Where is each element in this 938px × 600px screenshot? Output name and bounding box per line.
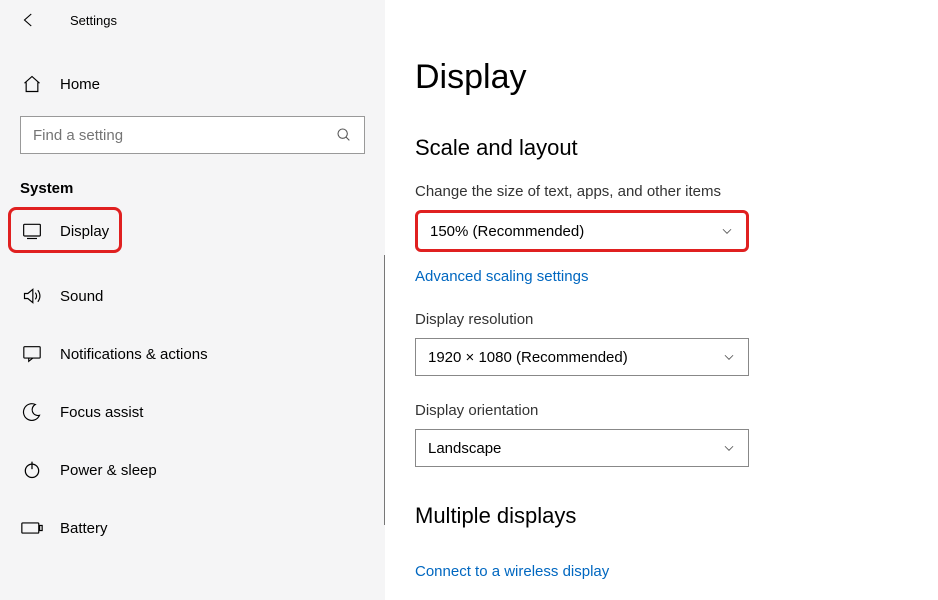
- home-label: Home: [60, 76, 100, 93]
- scale-dropdown[interactable]: 150% (Recommended): [415, 210, 749, 252]
- sidebar: Settings Home System Display Sound Notif…: [0, 0, 385, 600]
- orientation-value: Landscape: [428, 440, 501, 457]
- sidebar-item-label: Power & sleep: [60, 462, 157, 479]
- sidebar-home[interactable]: Home: [0, 62, 385, 106]
- sidebar-item-focus-assist[interactable]: Focus assist: [0, 383, 385, 441]
- sidebar-item-display[interactable]: Display: [0, 211, 385, 251]
- display-icon: [20, 222, 44, 240]
- resolution-label: Display resolution: [415, 311, 938, 328]
- sidebar-item-label: Sound: [60, 288, 103, 305]
- sidebar-section-header: System: [20, 180, 385, 197]
- arrow-left-icon: [20, 11, 38, 29]
- section-multiple-displays: Multiple displays: [415, 503, 938, 529]
- titlebar: Settings: [0, 0, 385, 40]
- sidebar-item-battery[interactable]: Battery: [0, 499, 385, 557]
- sidebar-item-notifications[interactable]: Notifications & actions: [0, 325, 385, 383]
- home-icon: [20, 74, 44, 94]
- section-scale-layout: Scale and layout: [415, 135, 938, 161]
- search-box[interactable]: [20, 116, 365, 154]
- sidebar-item-label: Notifications & actions: [60, 346, 208, 363]
- chevron-down-icon: [722, 441, 736, 455]
- scale-label: Change the size of text, apps, and other…: [415, 183, 938, 200]
- scale-value: 150% (Recommended): [430, 223, 584, 240]
- chevron-down-icon: [720, 224, 734, 238]
- window-title: Settings: [70, 13, 117, 28]
- main-content: Display Scale and layout Change the size…: [385, 0, 938, 600]
- sidebar-item-label: Display: [60, 223, 109, 240]
- sidebar-item-label: Battery: [60, 520, 108, 537]
- resolution-value: 1920 × 1080 (Recommended): [428, 349, 628, 366]
- sidebar-item-sound[interactable]: Sound: [0, 267, 385, 325]
- sidebar-item-label: Focus assist: [60, 404, 143, 421]
- battery-icon: [20, 521, 44, 535]
- search-icon: [336, 127, 352, 143]
- search-input[interactable]: [21, 127, 364, 144]
- page-title: Display: [415, 58, 938, 97]
- moon-icon: [20, 402, 44, 422]
- notifications-icon: [20, 345, 44, 363]
- vertical-divider: [384, 255, 385, 525]
- power-icon: [20, 460, 44, 480]
- back-button[interactable]: [18, 9, 40, 31]
- connect-wireless-link[interactable]: Connect to a wireless display: [415, 563, 938, 580]
- orientation-dropdown[interactable]: Landscape: [415, 429, 749, 467]
- chevron-down-icon: [722, 350, 736, 364]
- advanced-scaling-link[interactable]: Advanced scaling settings: [415, 268, 938, 285]
- sidebar-item-power-sleep[interactable]: Power & sleep: [0, 441, 385, 499]
- orientation-label: Display orientation: [415, 402, 938, 419]
- sound-icon: [20, 286, 44, 306]
- resolution-dropdown[interactable]: 1920 × 1080 (Recommended): [415, 338, 749, 376]
